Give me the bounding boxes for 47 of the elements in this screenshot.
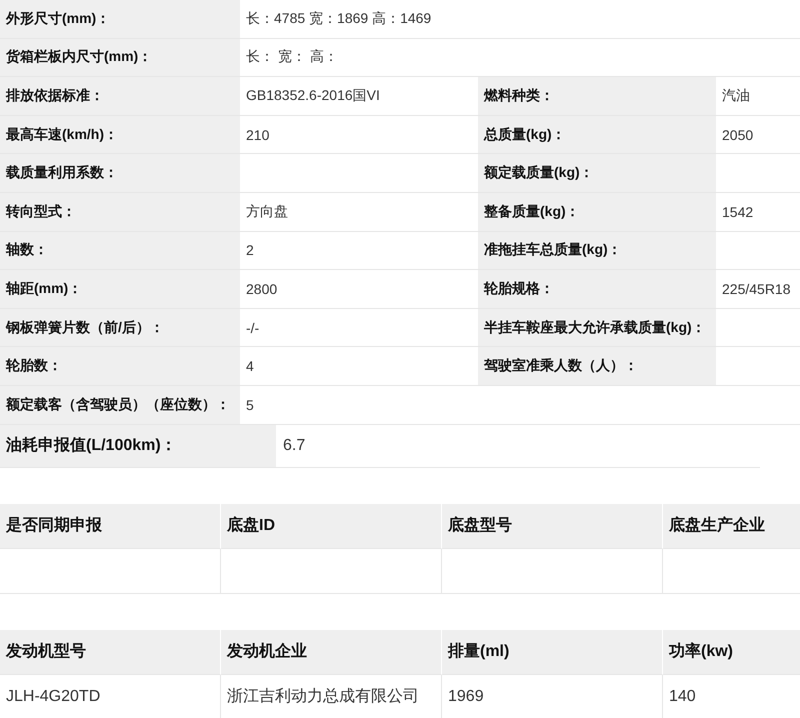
spec-label: 准拖挂车总质量(kg)：	[484, 241, 622, 260]
spec-value: 长： 宽： 高：	[246, 48, 338, 66]
spec-value: GB18352.6-2016国VI	[246, 86, 380, 105]
spec-value: 长：4785 宽：1869 高：1469	[246, 10, 432, 28]
spec-label: 最高车速(km/h)：	[6, 126, 118, 144]
spec-label: 货箱栏板内尺寸(mm)：	[6, 48, 152, 66]
spec-value: 2800	[246, 280, 278, 297]
spec-value: 4	[246, 358, 254, 374]
spec-label: 半挂车鞍座最大允许承载质量(kg)：	[484, 318, 706, 337]
spec-label: 外形尺寸(mm)：	[6, 10, 110, 28]
spec-label: 轮胎规格：	[484, 280, 554, 298]
table-cell: 140	[663, 674, 800, 718]
table-cell: JLH-4G20TD	[0, 674, 221, 718]
column-header: 发动机型号	[6, 642, 86, 662]
spec-value: 225/45R18	[722, 280, 791, 297]
column-header: 底盘ID	[227, 515, 275, 536]
spec-value: 方向盘	[246, 202, 288, 221]
spec-value: 2	[246, 242, 254, 258]
spec-label: 排放依据标准：	[6, 86, 104, 105]
spec-value: 5	[246, 396, 254, 413]
column-header: 功率(kw)	[669, 641, 733, 662]
column-header: 发动机企业	[227, 642, 307, 662]
table-cell: 1969	[442, 674, 663, 718]
spec-label: 整备质量(kg)：	[484, 202, 580, 221]
spec-label: 额定载质量(kg)：	[484, 164, 594, 182]
table-cell: 浙江吉利动力总成有限公司	[221, 674, 442, 718]
spec-value: 2050	[722, 126, 754, 143]
spec-label: 驾驶室准乘人数（人）：	[484, 357, 638, 376]
spec-label: 转向型式：	[6, 202, 76, 221]
column-header: 底盘型号	[448, 515, 512, 536]
spec-label: 钢板弹簧片数（前/后）：	[6, 318, 164, 337]
spec-label: 载质量利用系数：	[6, 164, 118, 182]
column-header: 排量(ml)	[448, 642, 510, 662]
spec-label: 轴数：	[6, 241, 48, 260]
spec-label: 额定载客（含驾驶员）（座位数）：	[6, 396, 230, 414]
spec-label: 燃料种类：	[484, 86, 554, 105]
spec-label: 轮胎数：	[6, 357, 62, 376]
spec-value: 1542	[722, 204, 754, 220]
fuel-consumption-label: 油耗申报值(L/100km)：	[6, 436, 177, 456]
fuel-consumption-value: 6.7	[283, 436, 306, 455]
spec-label: 轴距(mm)：	[6, 280, 82, 298]
spec-value: 汽油	[722, 86, 750, 105]
column-header: 是否同期申报	[6, 516, 102, 536]
column-header: 底盘生产企业	[669, 515, 765, 536]
spec-value: -/-	[246, 320, 260, 336]
spec-value: 210	[246, 126, 270, 143]
spec-label: 总质量(kg)：	[484, 126, 566, 144]
